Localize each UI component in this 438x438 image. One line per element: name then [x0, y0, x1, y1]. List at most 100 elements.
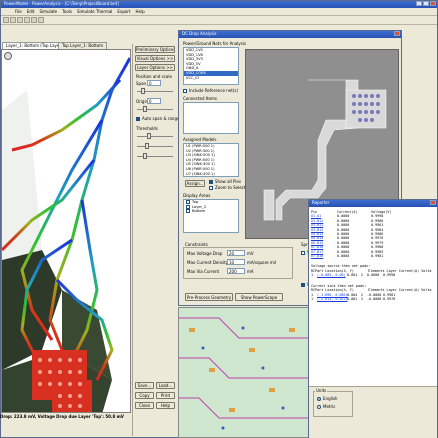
pin-link[interactable]: U7.B18	[311, 254, 337, 258]
maximize-button[interactable]	[423, 1, 429, 6]
menu-item-file[interactable]: File	[15, 8, 22, 15]
help-button[interactable]: Help	[156, 402, 175, 409]
max-current-density-field[interactable]: 10	[227, 259, 245, 265]
connected-items-list[interactable]	[183, 102, 239, 134]
section-cell: 0.9998	[383, 273, 396, 278]
close-icon[interactable]	[394, 31, 400, 36]
pcb-layout-view[interactable]	[178, 307, 310, 438]
voltage-drop-plot[interactable]	[1, 49, 131, 413]
threshold-slider-2-thumb[interactable]	[145, 143, 149, 149]
assigned-models-list[interactable]: U1 (PWR:500 1) U2 (PWR:300 1) U3 (SINK:500…	[183, 143, 239, 177]
zoom-tool-icon[interactable]	[24, 17, 30, 23]
menu-item-edit[interactable]: Edit	[27, 8, 35, 15]
threshold-slider-1[interactable]	[137, 136, 173, 137]
menu-item-tools[interactable]: Tools	[62, 8, 72, 15]
net-list-item[interactable]: VCC_IO	[184, 76, 238, 81]
pin-value: 0.0000	[337, 254, 350, 259]
pin-value: 0.9981	[371, 254, 384, 259]
zoom-selection-check[interactable]	[209, 186, 213, 190]
section-row: 1 (-2.014, 0.072)0.001 2 -0.0000 0.9976	[311, 297, 437, 301]
close-window-button[interactable]	[430, 1, 436, 6]
save-tool-icon[interactable]	[17, 17, 23, 23]
show-all-pins-label: Show all Pins	[215, 179, 242, 184]
menu-item-simulate[interactable]: Simulate	[39, 8, 57, 15]
display-area-item[interactable]: Bottom	[184, 209, 238, 214]
show-powerscope-button[interactable]: Show PowerScope	[235, 293, 283, 301]
max-via-current-unit: mA	[247, 269, 254, 274]
unit-metric-radio-dot[interactable]	[317, 405, 321, 409]
unit-metric-radio[interactable]: Metric	[317, 404, 335, 409]
unit-english-radio[interactable]: English	[317, 396, 337, 401]
menu-item-simulate-thermal[interactable]: Simulate Thermal	[77, 8, 112, 15]
assigned-models-label: Assigned Models	[183, 137, 217, 142]
threshold-slider-3-thumb[interactable]	[143, 153, 147, 159]
tab-bottom-top[interactable]: Layer_1: Bottom (Top Layer)	[2, 42, 67, 49]
threshold-slider-2[interactable]	[137, 146, 173, 147]
display-area-label: Top	[192, 200, 199, 204]
location-link[interactable]: (-0.085, 0.00)	[317, 273, 347, 277]
max-voltage-drop-field[interactable]: 20	[227, 250, 245, 256]
layer-options-button[interactable]: Layer Options >>	[135, 64, 175, 71]
max-current-density-label: Max Current Density	[187, 260, 229, 265]
unit-english-radio-dot[interactable]	[317, 397, 321, 401]
auto-span-label: Auto span & range	[142, 116, 180, 121]
menu-bar: File Edit Simulate Tools Simulate Thermal Exp…	[1, 8, 437, 16]
max-voltage-drop-unit: mV	[247, 251, 254, 256]
load-button[interactable]: Load...	[156, 382, 175, 389]
location-link[interactable]: (-2.014, 0.072)	[317, 297, 348, 301]
origin-field[interactable]: 0	[147, 98, 161, 104]
fit-tool-icon[interactable]	[38, 17, 44, 23]
close-button[interactable]: Close	[135, 402, 154, 409]
threshold-slider-1-thumb[interactable]	[147, 133, 151, 139]
model-list-item[interactable]: U7 (SINK:300 1)	[184, 172, 238, 176]
include-ref-checkbox[interactable]: Include Reference net(s)	[183, 88, 238, 93]
section-cell: 0.001	[347, 296, 358, 301]
origin-slider-thumb[interactable]	[143, 106, 147, 112]
new-tool-icon[interactable]	[3, 17, 9, 23]
auto-span-checkbox[interactable]: Auto span & range	[136, 116, 179, 121]
assign-button[interactable]: Assign...	[185, 180, 205, 187]
span-slider-thumb[interactable]	[141, 88, 145, 94]
display-areas-label: Display Areas	[183, 193, 211, 198]
include-ref-label: Include Reference net(s)	[189, 88, 239, 93]
reporter-footer: Units English Metric	[309, 386, 437, 438]
nets-list[interactable]: VDD_1V0 VDD_1V8 VDD_3V3 VDD_5V GND_A VDD_CORE…	[183, 47, 239, 85]
section2-table: 1 (-1.096, 0.085)0.004 2 -0.0000 0.9981 1 (-2.…	[311, 293, 437, 302]
menu-item-help[interactable]: Help	[136, 8, 145, 15]
save-button[interactable]: Save...	[135, 382, 154, 389]
copy-button[interactable]: Copy	[135, 392, 154, 399]
toolbar	[1, 16, 437, 25]
menu-item-export[interactable]: Export	[117, 8, 130, 15]
include-ref-check[interactable]	[183, 89, 187, 93]
preliminary-options-button[interactable]: Preliminary Options >>	[135, 46, 175, 53]
display-areas-list[interactable]: Top Layer_2 Bottom	[183, 199, 239, 233]
pcb-traces-graphic	[179, 317, 309, 430]
max-via-current-field[interactable]: 200	[227, 268, 245, 274]
display-area-label: Layer_2	[192, 204, 207, 209]
display-area-check[interactable]	[186, 209, 190, 214]
voltage-drop-map	[2, 57, 130, 412]
reporter-close-icon[interactable]	[430, 200, 436, 205]
visual-options-button[interactable]: Visual Options >>	[135, 55, 175, 62]
section-row: 1 (-0.085, 0.00)0.001 2 0.0000 0.9998	[311, 273, 437, 277]
span-label: Span	[136, 81, 147, 86]
report-body: Pin Current(A) Voltage(V) U1.A1 0.0000 0.9998…	[311, 210, 437, 385]
show-all-pins-checkbox[interactable]: Show all Pins	[209, 179, 241, 184]
minimize-button[interactable]	[416, 1, 422, 6]
tab-top-bottom[interactable]: Top Layer_1: Bottom	[58, 42, 108, 49]
pan-tool-icon[interactable]	[31, 17, 37, 23]
threshold-label: Thresholds	[136, 126, 158, 131]
span-field[interactable]: 0	[147, 80, 161, 86]
display-area-check[interactable]	[186, 204, 190, 209]
write-power-map-check[interactable]	[301, 283, 305, 287]
section-cell: 0.0000	[367, 273, 380, 278]
print-button[interactable]: Print	[156, 392, 175, 399]
position-section-label: Position and scale	[136, 74, 172, 79]
display-area-check[interactable]	[186, 200, 190, 204]
auto-span-check[interactable]	[136, 117, 140, 121]
show-all-pins-check[interactable]	[209, 180, 213, 184]
preprocess-geometry-button[interactable]: Pre-Process Geometry	[185, 293, 233, 301]
section-cell: 0.9976	[383, 296, 396, 301]
save-spreadsheet-check[interactable]	[301, 251, 305, 255]
open-tool-icon[interactable]	[10, 17, 16, 23]
